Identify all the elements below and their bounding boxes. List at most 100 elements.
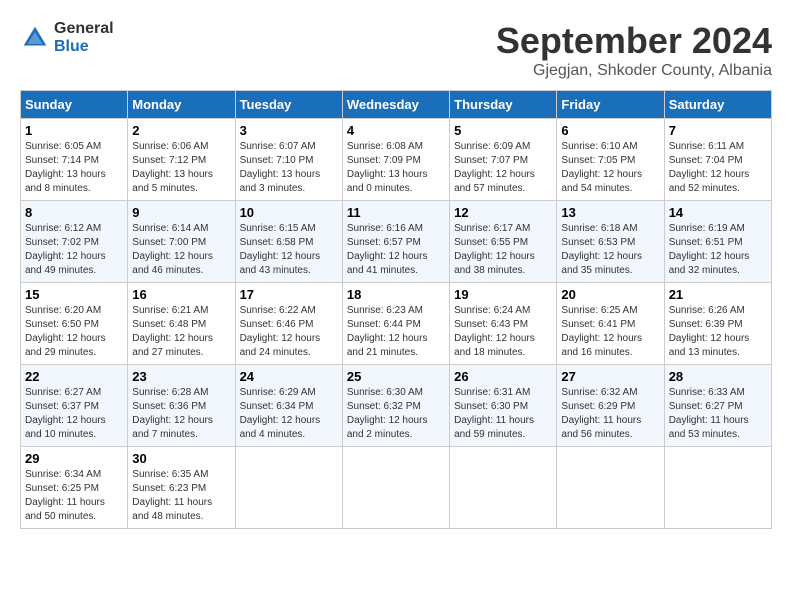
day-number: 24 bbox=[240, 369, 338, 384]
day-number: 18 bbox=[347, 287, 445, 302]
day-number: 29 bbox=[25, 451, 123, 466]
calendar-day: 15 Sunrise: 6:20 AMSunset: 6:50 PMDayligh… bbox=[21, 283, 128, 365]
day-detail: Sunrise: 6:20 AMSunset: 6:50 PMDaylight:… bbox=[25, 304, 123, 360]
day-number: 26 bbox=[454, 369, 552, 384]
logo-general-text: General bbox=[54, 20, 114, 37]
day-number: 13 bbox=[561, 205, 659, 220]
calendar-day: 26Sunrise: 6:31 AMSunset: 6:30 PMDayligh… bbox=[450, 365, 557, 447]
day-detail: Sunrise: 6:35 AMSunset: 6:23 PMDaylight:… bbox=[132, 468, 230, 524]
calendar-day: 29Sunrise: 6:34 AMSunset: 6:25 PMDayligh… bbox=[21, 447, 128, 529]
day-detail: Sunrise: 6:30 AMSunset: 6:32 PMDaylight:… bbox=[347, 386, 445, 442]
calendar-day: 6Sunrise: 6:10 AMSunset: 7:05 PMDaylight… bbox=[557, 119, 664, 201]
day-detail: Sunrise: 6:08 AMSunset: 7:09 PMDaylight:… bbox=[347, 140, 445, 196]
calendar-day bbox=[450, 447, 557, 529]
day-number: 28 bbox=[669, 369, 767, 384]
calendar-day: 12 Sunrise: 6:17 AMSunset: 6:55 PMDayligh… bbox=[450, 201, 557, 283]
day-number: 22 bbox=[25, 369, 123, 384]
day-detail: Sunrise: 6:24 AMSunset: 6:43 PMDaylight:… bbox=[454, 304, 552, 360]
day-detail: Sunrise: 6:18 AMSunset: 6:53 PMDaylight:… bbox=[561, 222, 659, 278]
day-number: 11 bbox=[347, 205, 445, 220]
title-block: September 2024 Gjegjan, Shkoder County, … bbox=[496, 20, 772, 80]
day-number: 19 bbox=[454, 287, 552, 302]
day-number: 9 bbox=[132, 205, 230, 220]
day-detail: Sunrise: 6:11 AMSunset: 7:04 PMDaylight:… bbox=[669, 140, 767, 196]
day-detail: Sunrise: 6:17 AMSunset: 6:55 PMDaylight:… bbox=[454, 222, 552, 278]
day-detail: Sunrise: 6:12 AMSunset: 7:02 PMDaylight:… bbox=[25, 222, 123, 278]
calendar-week-row: 22Sunrise: 6:27 AMSunset: 6:37 PMDayligh… bbox=[21, 365, 772, 447]
month-title: September 2024 bbox=[496, 20, 772, 62]
calendar-day: 23Sunrise: 6:28 AMSunset: 6:36 PMDayligh… bbox=[128, 365, 235, 447]
day-detail: Sunrise: 6:06 AMSunset: 7:12 PMDaylight:… bbox=[132, 140, 230, 196]
day-detail: Sunrise: 6:14 AMSunset: 7:00 PMDaylight:… bbox=[132, 222, 230, 278]
day-number: 1 bbox=[25, 123, 123, 138]
calendar-day: 8 Sunrise: 6:12 AMSunset: 7:02 PMDaylight… bbox=[21, 201, 128, 283]
day-header-friday: Friday bbox=[557, 91, 664, 119]
calendar-day: 10Sunrise: 6:15 AMSunset: 6:58 PMDayligh… bbox=[235, 201, 342, 283]
calendar-week-row: 29Sunrise: 6:34 AMSunset: 6:25 PMDayligh… bbox=[21, 447, 772, 529]
calendar-day: 22Sunrise: 6:27 AMSunset: 6:37 PMDayligh… bbox=[21, 365, 128, 447]
calendar-day: 14 Sunrise: 6:19 AMSunset: 6:51 PMDayligh… bbox=[664, 201, 771, 283]
day-number: 8 bbox=[25, 205, 123, 220]
calendar-header-row: SundayMondayTuesdayWednesdayThursdayFrid… bbox=[21, 91, 772, 119]
day-number: 4 bbox=[347, 123, 445, 138]
calendar-day bbox=[557, 447, 664, 529]
day-detail: Sunrise: 6:07 AMSunset: 7:10 PMDaylight:… bbox=[240, 140, 338, 196]
day-header-thursday: Thursday bbox=[450, 91, 557, 119]
day-number: 30 bbox=[132, 451, 230, 466]
logo: General Blue bbox=[20, 20, 114, 56]
calendar-day: 17 Sunrise: 6:22 AMSunset: 6:46 PMDayligh… bbox=[235, 283, 342, 365]
day-number: 14 bbox=[669, 205, 767, 220]
day-detail: Sunrise: 6:16 AMSunset: 6:57 PMDaylight:… bbox=[347, 222, 445, 278]
calendar-day: 11 Sunrise: 6:16 AMSunset: 6:57 PMDayligh… bbox=[342, 201, 449, 283]
calendar-day: 25Sunrise: 6:30 AMSunset: 6:32 PMDayligh… bbox=[342, 365, 449, 447]
calendar-day: 20Sunrise: 6:25 AMSunset: 6:41 PMDayligh… bbox=[557, 283, 664, 365]
calendar-day bbox=[342, 447, 449, 529]
calendar-day: 9 Sunrise: 6:14 AMSunset: 7:00 PMDaylight… bbox=[128, 201, 235, 283]
calendar-day: 28Sunrise: 6:33 AMSunset: 6:27 PMDayligh… bbox=[664, 365, 771, 447]
day-header-saturday: Saturday bbox=[664, 91, 771, 119]
calendar-week-row: 1 Sunrise: 6:05 AMSunset: 7:14 PMDaylight… bbox=[21, 119, 772, 201]
page-header: General Blue September 2024 Gjegjan, Shk… bbox=[20, 20, 772, 80]
calendar-week-row: 15 Sunrise: 6:20 AMSunset: 6:50 PMDayligh… bbox=[21, 283, 772, 365]
calendar-day: 27Sunrise: 6:32 AMSunset: 6:29 PMDayligh… bbox=[557, 365, 664, 447]
day-number: 12 bbox=[454, 205, 552, 220]
calendar-table: SundayMondayTuesdayWednesdayThursdayFrid… bbox=[20, 90, 772, 529]
day-number: 16 bbox=[132, 287, 230, 302]
day-detail: Sunrise: 6:19 AMSunset: 6:51 PMDaylight:… bbox=[669, 222, 767, 278]
day-header-wednesday: Wednesday bbox=[342, 91, 449, 119]
day-detail: Sunrise: 6:23 AMSunset: 6:44 PMDaylight:… bbox=[347, 304, 445, 360]
day-detail: Sunrise: 6:05 AMSunset: 7:14 PMDaylight:… bbox=[25, 140, 123, 196]
day-number: 27 bbox=[561, 369, 659, 384]
calendar-week-row: 8 Sunrise: 6:12 AMSunset: 7:02 PMDaylight… bbox=[21, 201, 772, 283]
day-number: 5 bbox=[454, 123, 552, 138]
calendar-day: 21 Sunrise: 6:26 AMSunset: 6:39 PMDayligh… bbox=[664, 283, 771, 365]
calendar-day bbox=[235, 447, 342, 529]
day-number: 6 bbox=[561, 123, 659, 138]
calendar-day: 3 Sunrise: 6:07 AMSunset: 7:10 PMDaylight… bbox=[235, 119, 342, 201]
day-number: 10 bbox=[240, 205, 338, 220]
logo-blue-text: Blue bbox=[54, 38, 89, 55]
calendar-day: 30 Sunrise: 6:35 AMSunset: 6:23 PMDayligh… bbox=[128, 447, 235, 529]
calendar-day: 18 Sunrise: 6:23 AMSunset: 6:44 PMDayligh… bbox=[342, 283, 449, 365]
day-detail: Sunrise: 6:21 AMSunset: 6:48 PMDaylight:… bbox=[132, 304, 230, 360]
day-detail: Sunrise: 6:09 AMSunset: 7:07 PMDaylight:… bbox=[454, 140, 552, 196]
calendar-day: 1 Sunrise: 6:05 AMSunset: 7:14 PMDaylight… bbox=[21, 119, 128, 201]
calendar-day: 16 Sunrise: 6:21 AMSunset: 6:48 PMDayligh… bbox=[128, 283, 235, 365]
day-detail: Sunrise: 6:26 AMSunset: 6:39 PMDaylight:… bbox=[669, 304, 767, 360]
calendar-day: 4 Sunrise: 6:08 AMSunset: 7:09 PMDaylight… bbox=[342, 119, 449, 201]
day-number: 2 bbox=[132, 123, 230, 138]
day-number: 17 bbox=[240, 287, 338, 302]
calendar-day: 24 Sunrise: 6:29 AMSunset: 6:34 PMDayligh… bbox=[235, 365, 342, 447]
day-detail: Sunrise: 6:22 AMSunset: 6:46 PMDaylight:… bbox=[240, 304, 338, 360]
day-number: 3 bbox=[240, 123, 338, 138]
calendar-day bbox=[664, 447, 771, 529]
calendar-day: 2 Sunrise: 6:06 AMSunset: 7:12 PMDaylight… bbox=[128, 119, 235, 201]
day-detail: Sunrise: 6:29 AMSunset: 6:34 PMDaylight:… bbox=[240, 386, 338, 442]
calendar-day: 7 Sunrise: 6:11 AMSunset: 7:04 PMDaylight… bbox=[664, 119, 771, 201]
calendar-day: 5 Sunrise: 6:09 AMSunset: 7:07 PMDaylight… bbox=[450, 119, 557, 201]
day-number: 15 bbox=[25, 287, 123, 302]
day-number: 7 bbox=[669, 123, 767, 138]
day-header-monday: Monday bbox=[128, 91, 235, 119]
day-number: 21 bbox=[669, 287, 767, 302]
calendar-day: 19 Sunrise: 6:24 AMSunset: 6:43 PMDayligh… bbox=[450, 283, 557, 365]
